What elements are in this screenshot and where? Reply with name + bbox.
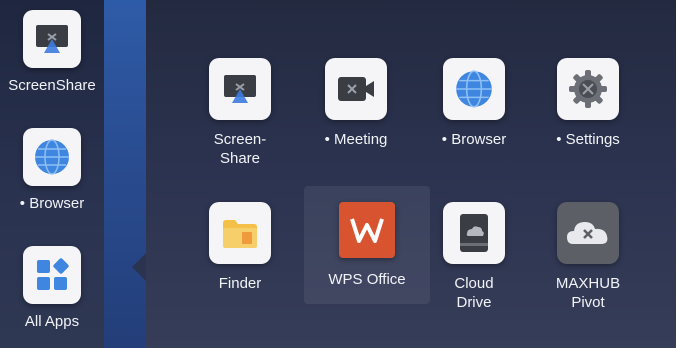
app-label: MAXHUB Pivot — [555, 275, 621, 311]
app-cloud-drive[interactable]: Cloud Drive — [424, 202, 524, 312]
folder-icon — [209, 202, 271, 264]
globe-icon — [23, 128, 81, 186]
app-browser[interactable]: • Browser — [424, 58, 524, 149]
app-meeting[interactable]: • Meeting — [306, 58, 406, 149]
globe-icon — [443, 58, 505, 120]
cloud-drive-icon — [443, 202, 505, 264]
app-label: • Browser — [441, 131, 507, 148]
app-settings[interactable]: • Settings — [538, 58, 638, 149]
cloud-x-icon — [557, 202, 619, 264]
app-screenshare[interactable]: Screen- Share — [190, 58, 290, 168]
app-label: Finder — [218, 275, 262, 292]
app-maxhub-pivot[interactable]: MAXHUB Pivot — [538, 202, 638, 312]
app-label: Cloud Drive — [454, 275, 494, 311]
sidebar-accent-strip — [104, 0, 146, 348]
sidebar-item-browser[interactable]: • Browser — [0, 128, 104, 213]
app-label: WPS Office — [328, 271, 406, 288]
screenshare-icon — [23, 10, 81, 68]
launcher-screen: ScreenShare • Browser All Apps Screen- S… — [0, 0, 676, 348]
app-label: • Meeting — [324, 131, 388, 148]
gear-icon — [557, 58, 619, 120]
app-finder[interactable]: Finder — [190, 202, 290, 293]
app-wps-office[interactable]: WPS Office — [310, 202, 424, 289]
sidebar-item-all-apps[interactable]: All Apps — [0, 246, 104, 331]
apps-grid-icon — [23, 246, 81, 304]
app-label: • Settings — [556, 131, 620, 148]
app-label: Screen- Share — [213, 131, 267, 167]
wps-logo-icon — [339, 202, 395, 258]
screenshare-icon — [209, 58, 271, 120]
sidebar-item-label: ScreenShare — [8, 77, 96, 94]
sidebar-indicator — [132, 253, 146, 281]
sidebar-item-label: All Apps — [24, 313, 80, 330]
sidebar-item-screenshare[interactable]: ScreenShare — [0, 10, 104, 95]
video-camera-icon — [325, 58, 387, 120]
sidebar-item-label: • Browser — [19, 195, 85, 212]
